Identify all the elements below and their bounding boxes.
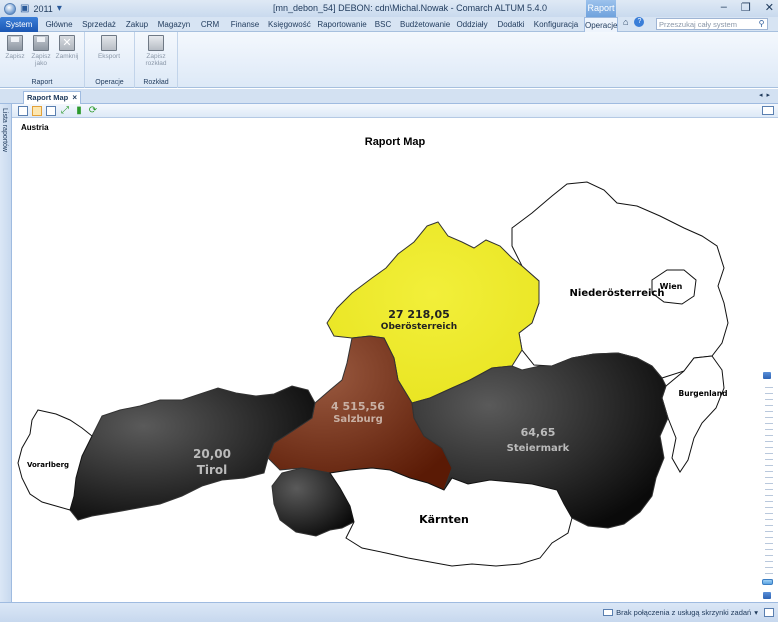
menu-oddzialy[interactable]: Oddziały <box>455 17 489 32</box>
view-map-icon[interactable] <box>32 106 42 116</box>
ribbon: Zapisz Zapisz jako ✕ Zamknij Raport Eksp… <box>0 32 778 88</box>
region-value-oberoesterreich: 27 218,05 <box>388 308 450 321</box>
map-toolbar: ⤢ ▮ ⟳ <box>12 104 778 118</box>
region-label-tirol: Tirol <box>197 463 228 477</box>
save-as-button[interactable]: Zapisz jako <box>29 35 53 67</box>
close-icon[interactable]: ✕ <box>765 1 774 14</box>
save-as-label: Zapisz jako <box>31 53 51 67</box>
save-label: Zapisz <box>5 53 25 60</box>
home-icon[interactable]: ⌂ <box>623 17 628 27</box>
window-title: [mn_debon_54] DEBON: cdn\Michal.Nowak - … <box>273 3 547 13</box>
ribbon-group-operacje: Eksport Operacje <box>85 32 135 88</box>
zoom-thumb[interactable] <box>762 579 773 585</box>
status-dropdown-icon[interactable]: ▾ <box>754 608 758 617</box>
save-layout-button[interactable]: Zapisz rozkład <box>144 35 168 67</box>
view-table-icon[interactable] <box>18 106 28 116</box>
austria-map[interactable]: Raport Map Austria 27 218,05 Oberösterre… <box>12 118 778 602</box>
menu-operacje[interactable]: Operacje <box>584 17 618 33</box>
close-report-button[interactable]: ✕ Zamknij <box>55 35 79 60</box>
menu-dodatki[interactable]: Dodatki <box>496 17 526 32</box>
region-label-oberoesterreich: Oberösterreich <box>381 322 457 332</box>
save-quick-icon[interactable]: ▣ <box>20 3 29 14</box>
marker-icon[interactable]: ▮ <box>74 106 84 116</box>
quick-access-dropdown-icon[interactable]: ▾ <box>57 3 62 14</box>
menu-magazyn[interactable]: Magazyn <box>157 17 191 32</box>
region-label-vorarlberg: Vorarlberg <box>27 461 69 469</box>
search-placeholder: Przeszukaj cały system <box>659 20 737 29</box>
menu-system[interactable]: System <box>0 17 38 32</box>
fit-icon[interactable]: ⤢ <box>60 106 70 116</box>
side-panel[interactable]: Lista raportów <box>0 104 12 602</box>
status-message: Brak połączenia z usługą skrzynki zadań <box>616 608 752 617</box>
region-label-steiermark: Steiermark <box>507 443 570 454</box>
status-settings-icon[interactable] <box>764 608 774 617</box>
tab-scroll-right-icon[interactable]: ▸ <box>766 92 774 99</box>
context-tab-raport[interactable]: Raport <box>586 0 616 17</box>
menu-crm[interactable]: CRM <box>198 17 222 32</box>
save-button[interactable]: Zapisz <box>3 35 27 60</box>
minimize-icon[interactable]: – <box>721 1 727 14</box>
save-icon <box>7 35 23 51</box>
save-layout-label: Zapisz rozkład <box>145 53 167 67</box>
status-bar: Brak połączenia z usługą skrzynki zadań … <box>0 602 778 622</box>
export-label: Eksport <box>97 53 121 60</box>
close-report-icon: ✕ <box>59 35 75 51</box>
menu-sprzedaz[interactable]: Sprzedaż <box>82 17 116 32</box>
zoom-in-icon[interactable] <box>763 372 771 379</box>
mail-icon <box>603 609 614 616</box>
toolbar-settings-icon[interactable] <box>762 106 774 115</box>
tab-raport-map[interactable]: Raport Map × <box>23 91 81 104</box>
menu-finanse[interactable]: Finanse <box>229 17 261 32</box>
map-country: Austria <box>21 123 49 132</box>
region-label-wien: Wien <box>660 282 683 291</box>
region-value-steiermark: 64,65 <box>521 426 556 439</box>
menu-zakup[interactable]: Zakup <box>123 17 151 32</box>
menu-ksiegowosc[interactable]: Księgowość <box>268 17 311 32</box>
region-value-tirol: 20,00 <box>193 447 231 461</box>
region-value-salzburg: 4 515,56 <box>331 400 385 413</box>
zoom-track[interactable] <box>765 382 773 582</box>
export-icon <box>101 35 117 51</box>
ribbon-group-label-raport: Raport <box>31 79 53 86</box>
zoom-slider[interactable] <box>762 370 774 602</box>
region-label-burgenland: Burgenland <box>679 389 728 398</box>
map-title: Raport Map <box>365 136 426 148</box>
title-bar: ▣ 2011 ▾ [mn_debon_54] DEBON: cdn\Michal… <box>0 0 778 17</box>
search-icon[interactable]: ⚲ <box>756 19 767 29</box>
menu-bsc[interactable]: BSC <box>373 17 393 32</box>
task-inbox-status[interactable]: Brak połączenia z usługą skrzynki zadań … <box>603 608 758 617</box>
refresh-icon[interactable]: ⟳ <box>88 106 98 116</box>
ribbon-group-raport: Zapisz Zapisz jako ✕ Zamknij Raport <box>0 32 85 88</box>
region-label-salzburg: Salzburg <box>333 414 383 425</box>
menu-glowne[interactable]: Główne <box>43 17 75 32</box>
zoom-out-icon[interactable] <box>763 592 771 599</box>
region-label-niederoesterreich: Niederösterreich <box>570 288 665 299</box>
tab-close-icon[interactable]: × <box>72 92 77 104</box>
view-split-icon[interactable] <box>46 106 56 116</box>
save-as-icon <box>33 35 49 51</box>
save-layout-icon <box>148 35 164 51</box>
year-selector[interactable]: 2011 <box>33 4 52 14</box>
document-tabs: Raport Map × ◂▸ <box>0 89 778 104</box>
app-menu-orb[interactable] <box>4 2 16 15</box>
ribbon-group-label-rozklad: Rozkład <box>143 79 169 86</box>
help-icon[interactable]: ? <box>634 17 645 27</box>
menu-konfiguracja[interactable]: Konfiguracja <box>533 17 579 32</box>
side-panel-label: Lista raportów <box>1 108 8 152</box>
menu-raportowanie[interactable]: Raportowanie <box>317 17 367 32</box>
tab-raport-map-label: Raport Map <box>27 93 69 102</box>
export-button[interactable]: Eksport <box>97 35 121 60</box>
ribbon-group-rozklad: Zapisz rozkład Rozkład <box>135 32 178 88</box>
region-label-kaernten: Kärnten <box>419 513 469 526</box>
restore-icon[interactable]: ❐ <box>741 1 751 14</box>
close-report-label: Zamknij <box>55 53 79 60</box>
menu-budzetowanie[interactable]: Budżetowanie <box>400 17 450 32</box>
search-input[interactable]: Przeszukaj cały system ⚲ <box>656 18 768 30</box>
map-area[interactable]: Raport Map Austria 27 218,05 Oberösterre… <box>12 118 778 602</box>
ribbon-group-label-operacje: Operacje <box>95 79 124 86</box>
